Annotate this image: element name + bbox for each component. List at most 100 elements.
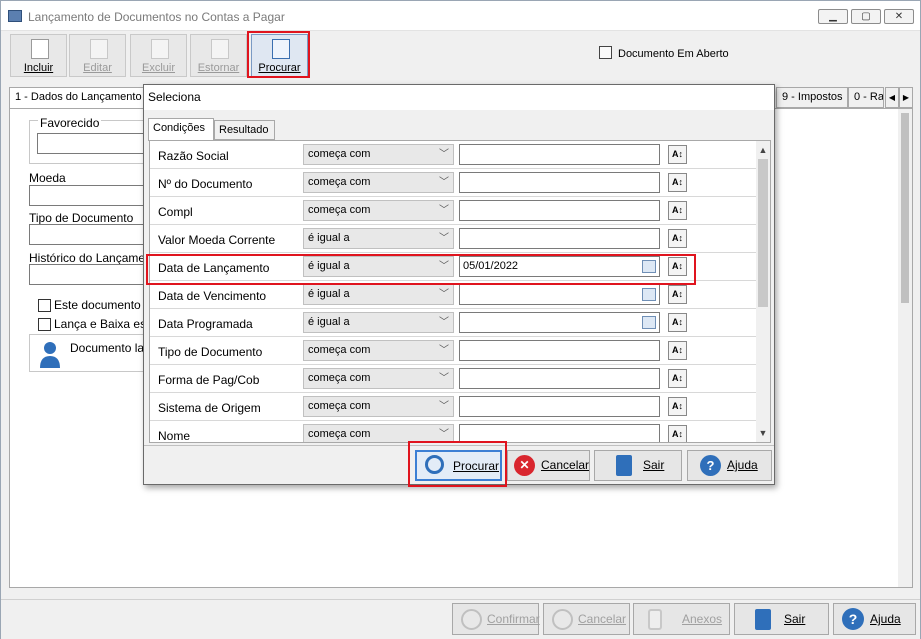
scroll-down-arrow[interactable]: ▼ — [756, 426, 770, 440]
editar-button[interactable]: Editar — [69, 34, 126, 77]
condition-operator-value: começa com — [308, 344, 371, 356]
conditions-grid: Razão Social começa com ﹀ A↕ Nº do Documento… — [149, 140, 771, 443]
lanca-baixa-label: Lança e Baixa este — [54, 317, 157, 331]
condition-row: Sistema de Origem começa com ﹀ A↕ — [150, 393, 758, 421]
main-vertical-scrollbar[interactable] — [898, 109, 912, 587]
sort-az-button[interactable]: A↕ — [668, 145, 687, 164]
condition-value-input[interactable] — [459, 396, 660, 417]
chevron-down-icon: ﹀ — [439, 149, 449, 160]
condition-operator-select[interactable]: começa com ﹀ — [303, 340, 454, 361]
bottom-ajuda-button[interactable]: ? Ajuda — [833, 603, 916, 635]
condition-value-input[interactable] — [459, 312, 660, 333]
condition-value-input[interactable] — [459, 228, 660, 249]
condition-label: Data de Vencimento — [158, 289, 267, 303]
sort-az-button[interactable]: A↕ — [668, 201, 687, 220]
estornar-button[interactable]: Estornar — [190, 34, 247, 77]
conditions-scroll-thumb[interactable] — [758, 159, 768, 307]
document-status-icon — [599, 46, 612, 59]
condition-operator-select[interactable]: é igual a ﹀ — [303, 312, 454, 333]
bottom-button-bar: Confirmar Cancelar Anexos Sair ? Ajuda — [1, 599, 920, 639]
app-icon — [8, 10, 22, 22]
conditions-scrollbar[interactable]: ▲ ▼ — [756, 141, 770, 442]
minimize-button[interactable]: ▁ — [818, 9, 848, 24]
condition-operator-select[interactable]: é igual a ﹀ — [303, 228, 454, 249]
condition-row: Tipo de Documento começa com ﹀ A↕ — [150, 337, 758, 365]
condition-row: Razão Social começa com ﹀ A↕ — [150, 141, 758, 169]
este-documento-label: Este documento s — [54, 298, 151, 312]
sort-az-button[interactable]: A↕ — [668, 285, 687, 304]
tab-rateio[interactable]: 0 - Ra — [848, 87, 884, 108]
sort-az-button[interactable]: A↕ — [668, 341, 687, 360]
condition-label: Nome — [158, 429, 191, 443]
main-scroll-thumb[interactable] — [901, 113, 909, 303]
sort-az-button[interactable]: A↕ — [668, 397, 687, 416]
editar-label: Editar — [83, 62, 112, 74]
tab-dados[interactable]: 1 - Dados do Lançamento — [9, 87, 149, 109]
condition-operator-select[interactable]: começa com ﹀ — [303, 144, 454, 165]
condition-operator-select[interactable]: começa com ﹀ — [303, 368, 454, 389]
condition-operator-select[interactable]: começa com ﹀ — [303, 396, 454, 417]
condition-value-input[interactable] — [459, 200, 660, 221]
new-document-icon — [31, 39, 49, 59]
dialog-sair-button[interactable]: Sair — [594, 450, 682, 481]
exit-door-icon — [755, 609, 771, 630]
condition-value-input[interactable] — [459, 368, 660, 389]
confirmar-button[interactable]: Confirmar — [452, 603, 540, 635]
condition-operator-select[interactable]: começa com ﹀ — [303, 200, 454, 221]
calendar-icon[interactable] — [642, 316, 656, 329]
condition-value-input[interactable] — [459, 172, 660, 193]
paperclip-icon — [648, 609, 662, 630]
condition-label: Valor Moeda Corrente — [158, 233, 276, 247]
chevron-down-icon: ﹀ — [439, 289, 449, 300]
bottom-cancelar-label: Cancelar — [578, 612, 627, 626]
este-documento-checkbox[interactable] — [38, 299, 51, 312]
document-status: Documento Em Aberto — [599, 46, 729, 60]
dialog-sair-label: Sair — [643, 458, 665, 472]
tab-resultado[interactable]: Resultado — [214, 120, 275, 140]
sort-az-button[interactable]: A↕ — [668, 229, 687, 248]
excluir-button[interactable]: Excluir — [130, 34, 187, 77]
maximize-button[interactable]: ▢ — [851, 9, 881, 24]
tab-impostos[interactable]: 9 - Impostos — [776, 87, 848, 108]
chevron-down-icon: ﹀ — [439, 205, 449, 216]
exit-icon — [616, 455, 632, 476]
tab-condicoes[interactable]: Condições — [148, 118, 214, 141]
condition-value-input[interactable] — [459, 284, 660, 305]
condition-operator-select[interactable]: começa com ﹀ — [303, 172, 454, 193]
condition-value-input[interactable] — [459, 144, 660, 165]
sort-az-button[interactable]: A↕ — [668, 313, 687, 332]
anexos-button[interactable]: Anexos — [633, 603, 730, 635]
tab-scroll-left[interactable]: ◀ — [885, 87, 899, 108]
dialog-ajuda-button[interactable]: ? Ajuda — [687, 450, 772, 481]
condition-row: Forma de Pag/Cob começa com ﹀ A↕ — [150, 365, 758, 393]
condition-label: Compl — [158, 205, 193, 219]
incluir-label: Incluir — [23, 62, 54, 74]
condition-operator-select[interactable]: é igual a ﹀ — [303, 284, 454, 305]
bottom-sair-button[interactable]: Sair — [734, 603, 829, 635]
condition-row: Data de Vencimento é igual a ﹀ A↕ — [150, 281, 758, 309]
tab-scroll-right[interactable]: ▶ — [899, 87, 913, 108]
sort-az-button[interactable]: A↕ — [668, 369, 687, 388]
sort-az-button[interactable]: A↕ — [668, 425, 687, 442]
chevron-down-icon: ﹀ — [439, 373, 449, 384]
condition-label: Data Programada — [158, 317, 253, 331]
dialog-cancelar-button[interactable]: ✕ Cancelar — [507, 450, 590, 481]
sort-az-button[interactable]: A↕ — [668, 173, 687, 192]
condition-value-input[interactable] — [459, 340, 660, 361]
condition-label: Tipo de Documento — [158, 345, 263, 359]
incluir-button[interactable]: Incluir — [10, 34, 67, 77]
close-button[interactable]: ✕ — [884, 9, 914, 24]
chevron-down-icon: ﹀ — [439, 233, 449, 244]
condition-operator-value: começa com — [308, 176, 371, 188]
condition-label: Forma de Pag/Cob — [158, 373, 260, 387]
condition-operator-value: começa com — [308, 428, 371, 440]
lanca-baixa-checkbox[interactable] — [38, 318, 51, 331]
condition-operator-value: começa com — [308, 148, 371, 160]
scroll-up-arrow[interactable]: ▲ — [756, 143, 770, 157]
toolbar: Incluir Editar Excluir Estornar Procurar — [5, 32, 918, 78]
document-status-text: Documento Em Aberto — [618, 48, 729, 60]
moeda-label: Moeda — [29, 171, 66, 185]
condition-operator-value: começa com — [308, 400, 371, 412]
bottom-cancelar-button[interactable]: Cancelar — [543, 603, 630, 635]
calendar-icon[interactable] — [642, 288, 656, 301]
